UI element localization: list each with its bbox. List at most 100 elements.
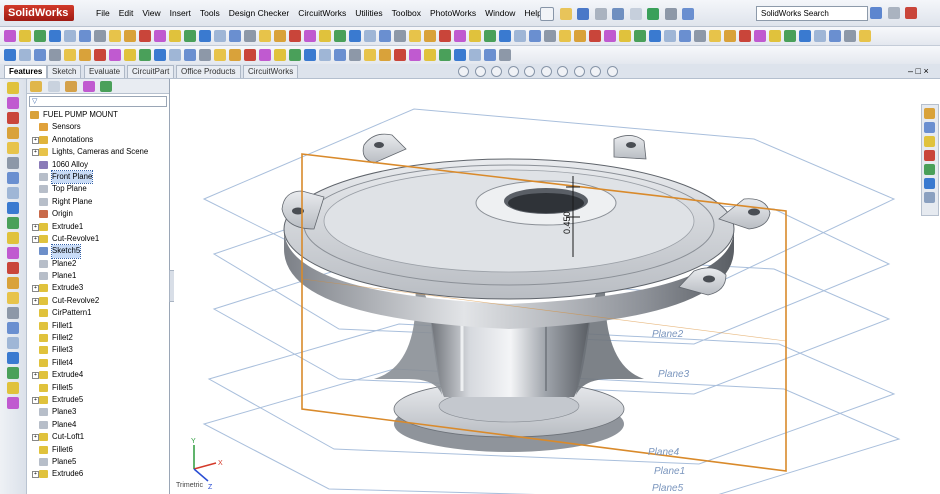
sketch-tool-icon[interactable] [7, 127, 19, 139]
display-manager-tab-icon[interactable] [100, 81, 113, 92]
sketch-tool-icon[interactable] [64, 49, 76, 61]
tree-item[interactable]: Sketch5 [27, 244, 169, 259]
file-explorer-icon[interactable] [924, 136, 935, 147]
dimension-value[interactable]: 0.450 [562, 211, 572, 234]
feature-tool-icon[interactable] [424, 30, 436, 42]
solidworks-resources-icon[interactable] [924, 108, 935, 119]
sketch-tool-icon[interactable] [7, 202, 19, 214]
menu-insert[interactable]: Insert [170, 8, 191, 18]
zoom-to-area-icon[interactable] [474, 66, 486, 77]
feature-tool-icon[interactable] [529, 30, 541, 42]
expand-toggle-icon[interactable]: + [32, 235, 39, 243]
feature-tool-icon[interactable] [694, 30, 706, 42]
feature-tool-icon[interactable] [634, 30, 646, 42]
feature-tool-icon[interactable] [739, 30, 751, 42]
menu-edit[interactable]: Edit [119, 8, 134, 18]
expand-toggle-icon[interactable]: + [32, 285, 39, 293]
help-icon[interactable] [682, 8, 695, 20]
sketch-tool-icon[interactable] [304, 49, 316, 61]
feature-tool-icon[interactable] [154, 30, 166, 42]
doc-close-icon[interactable]: × [923, 66, 928, 76]
sketch-tool-icon[interactable] [109, 49, 121, 61]
sketch-tool-icon[interactable] [7, 112, 19, 124]
tree-item[interactable]: 1060 Alloy [27, 159, 169, 171]
toolbox-icon[interactable] [924, 192, 935, 203]
expand-toggle-icon[interactable]: + [32, 297, 39, 305]
feature-tool-icon[interactable] [124, 30, 136, 42]
expand-toggle-icon[interactable]: + [32, 434, 39, 442]
menu-circuitworks[interactable]: CircuitWorks [298, 8, 346, 18]
sketch-tool-icon[interactable] [499, 49, 511, 61]
feature-tool-icon[interactable] [19, 30, 31, 42]
sketch-tool-icon[interactable] [289, 49, 301, 61]
feature-tool-icon[interactable] [589, 30, 601, 42]
sketch-tool-icon[interactable] [469, 49, 481, 61]
tree-item[interactable]: Fillet3 [27, 344, 169, 356]
display-style-icon[interactable] [540, 66, 552, 77]
feature-tool-icon[interactable] [274, 30, 286, 42]
expand-toggle-icon[interactable]: + [32, 149, 39, 157]
feature-tool-icon[interactable] [34, 30, 46, 42]
feature-tool-icon[interactable] [754, 30, 766, 42]
tree-item[interactable]: + Extrude3 [27, 282, 169, 294]
doc-minimize-icon[interactable]: – [908, 66, 913, 76]
tree-item[interactable]: Plane4 [27, 419, 169, 431]
tree-item[interactable]: Right Plane [27, 196, 169, 208]
sketch-tool-icon[interactable] [7, 337, 19, 349]
previous-view-icon[interactable] [491, 66, 503, 77]
feature-tool-icon[interactable] [94, 30, 106, 42]
sketch-tool-icon[interactable] [7, 217, 19, 229]
sketch-tool-icon[interactable] [169, 49, 181, 61]
tree-item[interactable]: + Annotations [27, 134, 169, 146]
feature-tool-icon[interactable] [79, 30, 91, 42]
menu-window[interactable]: Window [485, 8, 515, 18]
sketch-tool-icon[interactable] [7, 142, 19, 154]
feature-tool-icon[interactable] [574, 30, 586, 42]
feature-manager-tab-icon[interactable] [30, 81, 42, 92]
tab-evaluate[interactable]: Evaluate [84, 65, 126, 78]
sketch-tool-icon[interactable] [94, 49, 106, 61]
sketch-tool-icon[interactable] [259, 49, 271, 61]
tab-circuitworks[interactable]: CircuitWorks [243, 65, 299, 78]
sketch-tool-icon[interactable] [184, 49, 196, 61]
menu-tools[interactable]: Tools [200, 8, 220, 18]
edit-appearance-icon[interactable] [573, 66, 585, 77]
feature-tool-icon[interactable] [184, 30, 196, 42]
feature-tool-icon[interactable] [319, 30, 331, 42]
sketch-tool-icon[interactable] [244, 49, 256, 61]
feature-tool-icon[interactable] [679, 30, 691, 42]
sketch-tool-icon[interactable] [7, 367, 19, 379]
sketch-tool-icon[interactable] [214, 49, 226, 61]
menu-toolbox[interactable]: Toolbox [392, 8, 421, 18]
rebuild-icon[interactable] [647, 8, 660, 20]
feature-tool-icon[interactable] [859, 30, 871, 42]
tree-item[interactable]: Top Plane [27, 183, 169, 195]
expand-toggle-icon[interactable]: + [32, 223, 39, 231]
hide-show-items-icon[interactable] [557, 66, 569, 77]
save-icon[interactable] [577, 8, 590, 20]
feature-tool-icon[interactable] [259, 30, 271, 42]
apply-scene-icon[interactable] [590, 66, 602, 77]
view-settings-icon[interactable] [606, 66, 618, 77]
sketch-tool-icon[interactable] [334, 49, 346, 61]
tree-item[interactable]: CirPattern1 [27, 307, 169, 319]
feature-tool-icon[interactable] [64, 30, 76, 42]
feature-tool-icon[interactable] [244, 30, 256, 42]
print-icon[interactable] [594, 8, 607, 20]
feature-tool-icon[interactable] [169, 30, 181, 42]
solidworks-logo[interactable]: SolidWorks [4, 5, 75, 21]
tree-item[interactable]: FUEL PUMP MOUNT [27, 109, 169, 121]
menu-file[interactable]: File [96, 8, 110, 18]
tree-item[interactable]: Fillet2 [27, 332, 169, 344]
mount-ear[interactable] [362, 133, 407, 164]
menu-utilities[interactable]: Utilities [355, 8, 382, 18]
sketch-tool-icon[interactable] [7, 247, 19, 259]
feature-tool-icon[interactable] [289, 30, 301, 42]
feature-tool-icon[interactable] [49, 30, 61, 42]
tree-item[interactable]: Fillet1 [27, 320, 169, 332]
sketch-tool-icon[interactable] [79, 49, 91, 61]
tree-item[interactable]: + Cut-Loft1 [27, 431, 169, 443]
sketch-tool-icon[interactable] [7, 322, 19, 334]
sketch-tool-icon[interactable] [349, 49, 361, 61]
tree-item[interactable]: Fillet5 [27, 382, 169, 394]
